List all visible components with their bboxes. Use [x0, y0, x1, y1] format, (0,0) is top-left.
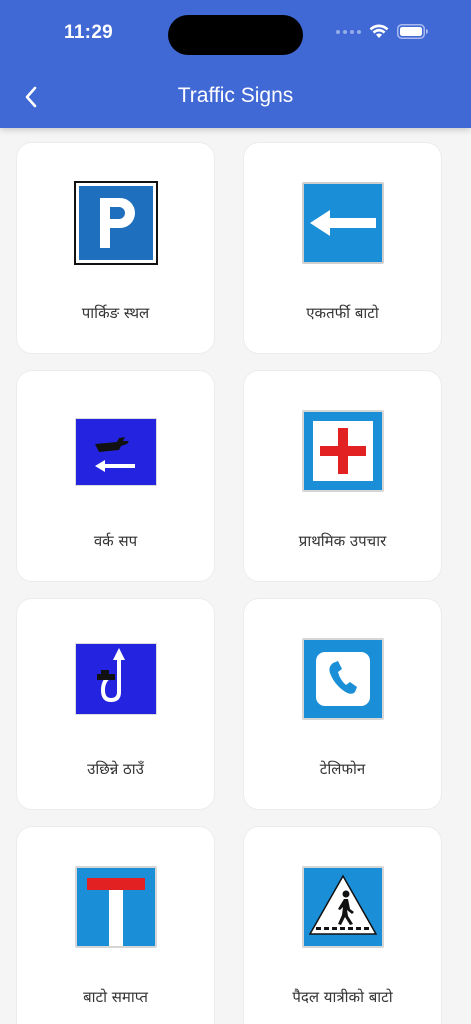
traffic-signs-screen: 11:29 Traffic Signs पार्किङ स्थल एकतर्फी…	[0, 0, 471, 1024]
pedestrian-crossing-sign-icon	[300, 864, 386, 950]
sign-label: एकतर्फी बाटो	[306, 304, 379, 322]
sign-card-dead-end[interactable]: बाटो समाप्त	[16, 826, 215, 1024]
app-header: 11:29 Traffic Signs	[0, 0, 471, 128]
sign-label: प्राथमिक उपचार	[298, 532, 387, 550]
sign-card-telephone[interactable]: टेलिफोन	[243, 598, 442, 810]
sign-card-first-aid[interactable]: प्राथमिक उपचार	[243, 370, 442, 582]
sign-card-parking[interactable]: पार्किङ स्थल	[16, 142, 215, 354]
sign-label: उछिन्ने ठाउँ	[87, 760, 144, 778]
one-way-arrow-sign-icon	[300, 180, 386, 266]
sign-label: टेलिफोन	[319, 760, 366, 778]
sign-card-u-turn[interactable]: उछिन्ने ठाउँ	[16, 598, 215, 810]
status-time: 11:29	[64, 22, 114, 43]
page-title: Traffic Signs	[177, 84, 294, 107]
first-aid-cross-sign-icon	[300, 408, 386, 494]
wifi-icon	[369, 24, 389, 38]
status-icons	[336, 24, 429, 39]
dynamic-island	[168, 15, 303, 55]
cellular-signal-icon	[336, 29, 361, 34]
telephone-sign-icon	[300, 636, 386, 722]
sign-label: पैदल यात्रीको बाटो	[292, 988, 393, 1006]
signs-grid: पार्किङ स्थल एकतर्फी बाटो वर्क सप प्राथम…	[16, 142, 442, 1024]
workshop-wrench-sign-icon	[73, 408, 159, 494]
sign-card-pedestrian[interactable]: पैदल यात्रीको बाटो	[243, 826, 442, 1024]
sign-card-one-way[interactable]: एकतर्फी बाटो	[243, 142, 442, 354]
u-turn-place-sign-icon	[73, 636, 159, 722]
sign-label: वर्क सप	[93, 532, 138, 550]
parking-sign-icon	[73, 180, 159, 266]
battery-icon	[397, 24, 428, 39]
sign-card-workshop[interactable]: वर्क सप	[16, 370, 215, 582]
dead-end-sign-icon	[73, 864, 159, 950]
sign-label: बाटो समाप्त	[83, 988, 148, 1006]
sign-label: पार्किङ स्थल	[81, 304, 150, 322]
